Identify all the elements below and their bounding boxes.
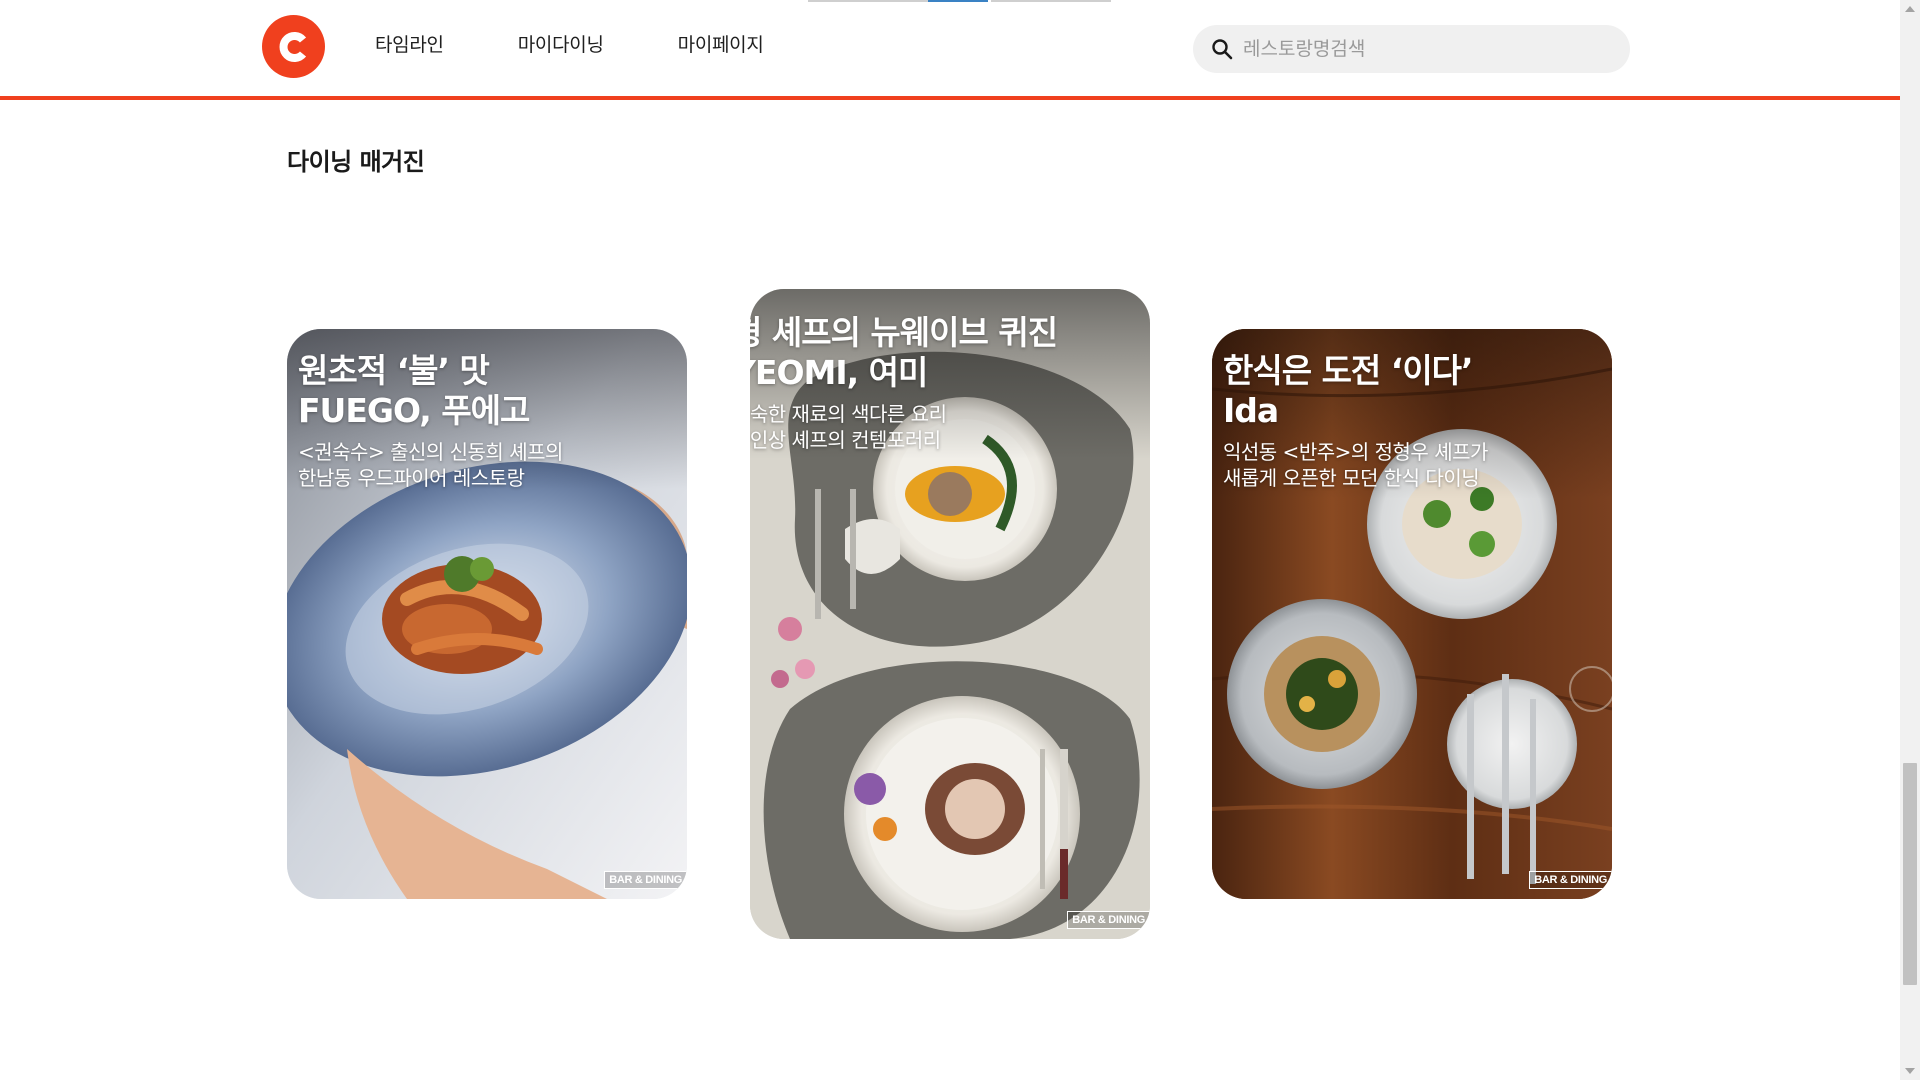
- nav-my-dining[interactable]: 마이다이닝: [518, 28, 604, 62]
- headline-line: 형 셰프의 뉴웨이브 퀴진: [750, 313, 1058, 352]
- search-input[interactable]: [1243, 38, 1613, 60]
- headline-line: 한식은 도전 ‘이다’: [1223, 351, 1474, 390]
- site-header: 타임라인 마이다이닝 마이페이지: [0, 0, 1900, 100]
- headline-line: FUEGO, 푸에고: [298, 391, 530, 430]
- tab-indicator-active[interactable]: [928, 0, 988, 2]
- nav-timeline[interactable]: 타임라인: [375, 28, 444, 62]
- tab-indicator[interactable]: [991, 0, 1111, 2]
- headline-line: YEOMI, 여미: [750, 353, 928, 392]
- magazine-card-fuego[interactable]: 원초적 ‘불’ 맛 FUEGO, 푸에고 <권숙수> 출신의 신동희 셰프의 한…: [287, 329, 687, 899]
- top-tab-indicators: [808, 0, 1111, 2]
- magazine-card-ida[interactable]: 한식은 도전 ‘이다’ Ida 익선동 <반주>의 정형우 셰프가 새롭게 오픈…: [1212, 329, 1612, 899]
- headline-line: 원초적 ‘불’ 맛: [298, 351, 490, 390]
- category-badge: BAR & DINING: [1067, 911, 1150, 929]
- card-text: 형 셰프의 뉴웨이브 퀴진 YEOMI, 여미 익숙한 재료의 색다른 요리 형…: [750, 313, 1140, 453]
- subtitle-line: 한남동 우드파이어 레스토랑: [298, 466, 525, 490]
- headline-line: Ida: [1223, 391, 1279, 430]
- logo-c-icon: [279, 31, 306, 62]
- category-badge: BAR & DINING: [604, 871, 687, 889]
- card-text: 한식은 도전 ‘이다’ Ida 익선동 <반주>의 정형우 셰프가 새롭게 오픈…: [1223, 351, 1602, 491]
- card-subtitle: 익선동 <반주>의 정형우 셰프가 새롭게 오픈한 모던 한식 다이닝: [1223, 439, 1602, 491]
- main-nav: 타임라인 마이다이닝 마이페이지: [375, 28, 838, 62]
- card-subtitle: 익숙한 재료의 색다른 요리 형인상 셰프의 컨템포러리: [750, 401, 1140, 453]
- scroll-down-arrow-icon[interactable]: [1905, 1068, 1915, 1074]
- card-headline: 한식은 도전 ‘이다’ Ida: [1223, 351, 1602, 431]
- card-subtitle: <권숙수> 출신의 신동희 셰프의 한남동 우드파이어 레스토랑: [298, 439, 677, 491]
- tab-indicator[interactable]: [808, 0, 928, 2]
- card-text: 원초적 ‘불’ 맛 FUEGO, 푸에고 <권숙수> 출신의 신동희 셰프의 한…: [298, 351, 677, 491]
- section-title: 다이닝 매거진: [287, 148, 425, 176]
- subtitle-line: 익선동 <반주>의 정형우 셰프가: [1223, 440, 1488, 464]
- search-icon[interactable]: [1211, 38, 1233, 60]
- subtitle-line: 익숙한 재료의 색다른 요리: [750, 402, 947, 426]
- magazine-card-yeomi[interactable]: 형 셰프의 뉴웨이브 퀴진 YEOMI, 여미 익숙한 재료의 색다른 요리 형…: [750, 289, 1150, 939]
- card-headline: 원초적 ‘불’ 맛 FUEGO, 푸에고: [298, 351, 677, 431]
- search-box[interactable]: [1193, 25, 1630, 73]
- subtitle-line: 형인상 셰프의 컨템포러리: [750, 428, 941, 452]
- nav-my-page[interactable]: 마이페이지: [678, 28, 764, 62]
- vertical-scrollbar[interactable]: [1900, 0, 1920, 1080]
- logo[interactable]: [262, 15, 325, 78]
- scroll-up-arrow-icon[interactable]: [1905, 6, 1915, 12]
- subtitle-line: <권숙수> 출신의 신동희 셰프의: [298, 440, 563, 464]
- scrollbar-thumb[interactable]: [1903, 763, 1917, 985]
- card-headline: 형 셰프의 뉴웨이브 퀴진 YEOMI, 여미: [750, 313, 1140, 393]
- subtitle-line: 새롭게 오픈한 모던 한식 다이닝: [1223, 466, 1480, 490]
- category-badge: BAR & DINING: [1529, 871, 1612, 889]
- page: 타임라인 마이다이닝 마이페이지 다이닝 매거진: [0, 0, 1920, 1080]
